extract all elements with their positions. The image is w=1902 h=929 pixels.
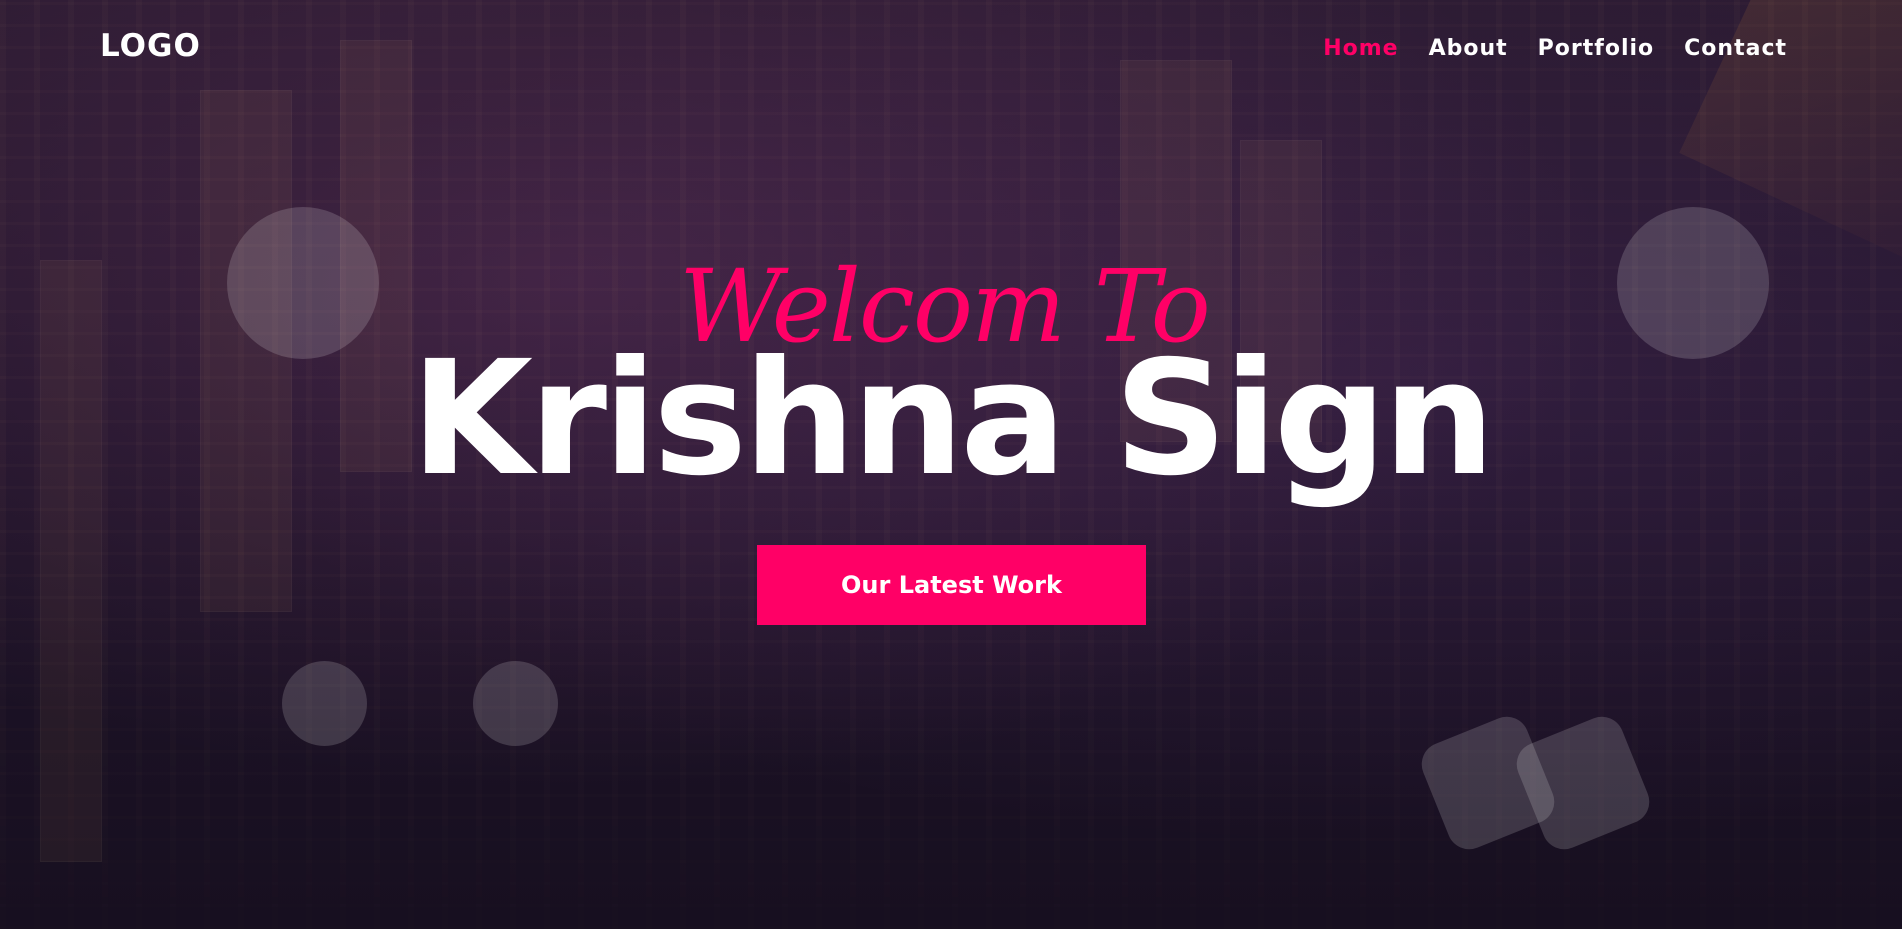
decorative-circle (473, 661, 558, 746)
logo[interactable]: LOGO (100, 28, 201, 64)
page-title: Krishna Sign (410, 327, 1496, 511)
nav-home[interactable]: Home (1323, 36, 1398, 61)
decorative-circle (282, 661, 367, 746)
latest-work-button[interactable]: Our Latest Work (757, 545, 1146, 625)
nav-portfolio[interactable]: Portfolio (1538, 36, 1655, 61)
nav-contact[interactable]: Contact (1684, 36, 1787, 61)
hero-section: LOGO Home About Portfolio Contact Welcom… (0, 0, 1902, 929)
nav-about[interactable]: About (1429, 36, 1508, 61)
main-nav: Home About Portfolio Contact (1323, 36, 1787, 61)
